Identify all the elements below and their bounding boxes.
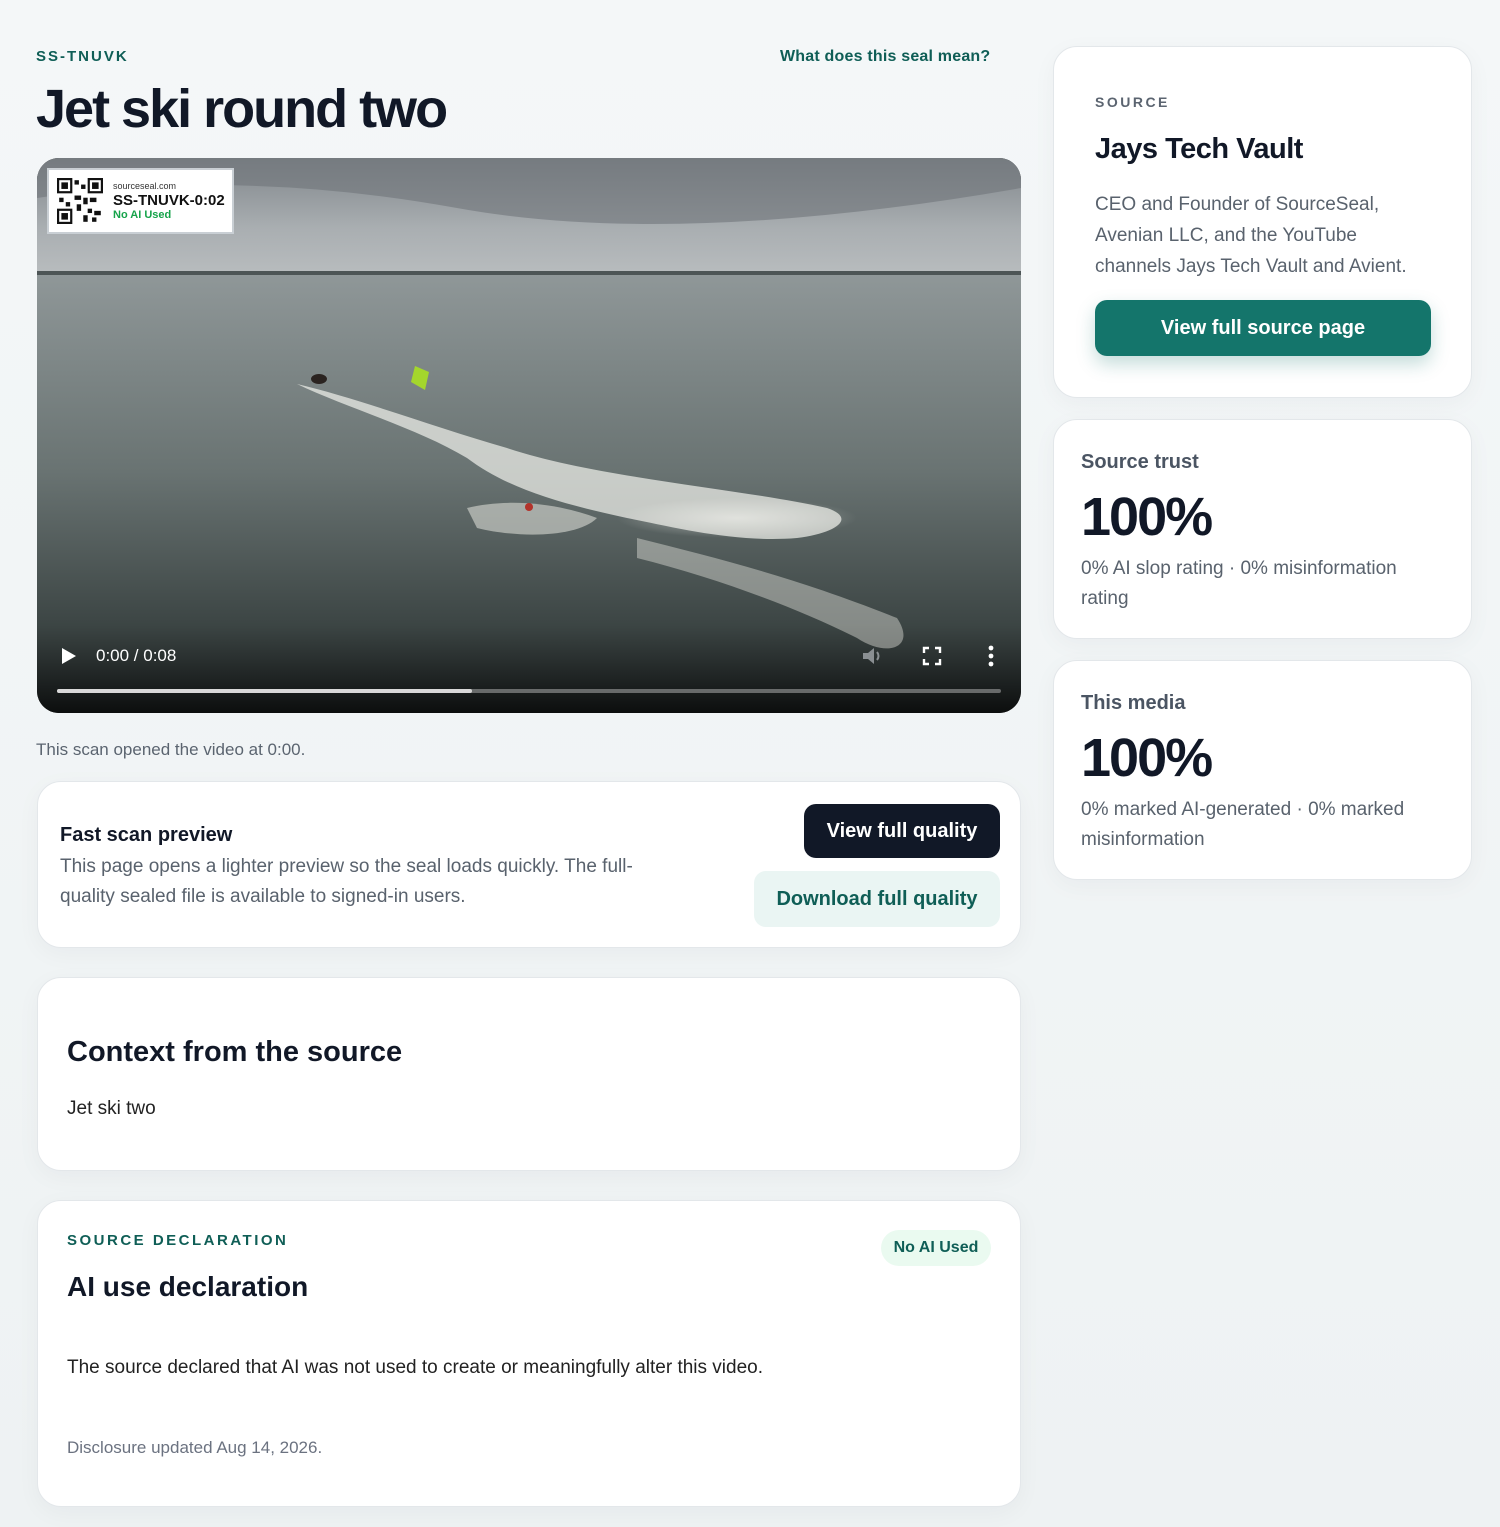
preview-title: Fast scan preview	[60, 824, 233, 846]
media-value: 100%	[1081, 728, 1213, 788]
overlay-code: SS-TNUVK-0:02	[113, 191, 225, 209]
source-name: Jays Tech Vault	[1095, 133, 1303, 165]
source-trust-card: Source trust 100% 0% AI slop rating · 0%…	[1053, 419, 1472, 639]
declaration-updated: Disclosure updated Aug 14, 2026.	[67, 1438, 323, 1457]
media-label: This media	[1081, 692, 1186, 714]
view-full-quality-button[interactable]: View full quality	[804, 804, 1000, 858]
time-display: 0:00 / 0:08	[96, 646, 177, 665]
no-ai-used-badge: No AI Used	[881, 1230, 991, 1266]
seal-id-label: SS-TNUVK	[36, 48, 129, 65]
source-trust-label: Source trust	[1081, 451, 1199, 473]
declaration-title: AI use declaration	[67, 1271, 309, 1302]
play-icon[interactable]	[61, 647, 77, 665]
more-vertical-icon[interactable]	[983, 643, 999, 669]
download-full-quality-button[interactable]: Download full quality	[754, 871, 1000, 927]
source-card: SOURCE Jays Tech Vault CEO and Founder o…	[1053, 46, 1472, 398]
video-progress-fill	[57, 689, 473, 693]
page-title: Jet ski round two	[36, 79, 448, 139]
scan-note: This scan opened the video at 0:00.	[36, 740, 306, 759]
view-full-source-page-button[interactable]: View full source page	[1095, 300, 1431, 356]
seal-overlay-badge: sourceseal.com SS-TNUVK-0:02 No AI Used	[47, 168, 234, 234]
source-trust-note: 0% AI slop rating · 0% misinformation ra…	[1081, 558, 1397, 609]
context-card: Context from the source Jet ski two	[37, 977, 1021, 1171]
ai-declaration-card: SOURCE DECLARATION AI use declaration No…	[37, 1200, 1021, 1507]
context-body: Jet ski two	[67, 1098, 156, 1119]
declaration-kicker: SOURCE DECLARATION	[67, 1232, 289, 1249]
media-note: 0% marked AI-generated · 0% marked misin…	[1081, 799, 1405, 850]
preview-body: This page opens a lighter preview so the…	[60, 856, 633, 907]
qr-code-icon	[57, 178, 103, 224]
this-media-card: This media 100% 0% marked AI-generated ·…	[1053, 660, 1472, 880]
fast-scan-preview-card: Fast scan preview This page opens a ligh…	[37, 781, 1021, 948]
context-title: Context from the source	[67, 1036, 403, 1068]
overlay-domain: sourceseal.com	[113, 180, 177, 191]
overlay-tag: No AI Used	[113, 208, 172, 221]
seal-help-link[interactable]: What does this seal mean?	[780, 48, 990, 66]
declaration-body: The source declared that AI was not used…	[67, 1357, 763, 1378]
source-trust-value: 100%	[1081, 487, 1213, 547]
source-bio: CEO and Founder of SourceSeal, Avenian L…	[1095, 194, 1407, 277]
fullscreen-icon[interactable]	[921, 645, 943, 667]
volume-icon[interactable]	[861, 645, 885, 667]
video-player[interactable]: sourceseal.com SS-TNUVK-0:02 No AI Used …	[37, 158, 1021, 713]
video-progress-bar[interactable]	[57, 689, 1001, 693]
source-kicker: SOURCE	[1095, 94, 1170, 110]
video-controls: 0:00 / 0:08	[37, 623, 1021, 713]
